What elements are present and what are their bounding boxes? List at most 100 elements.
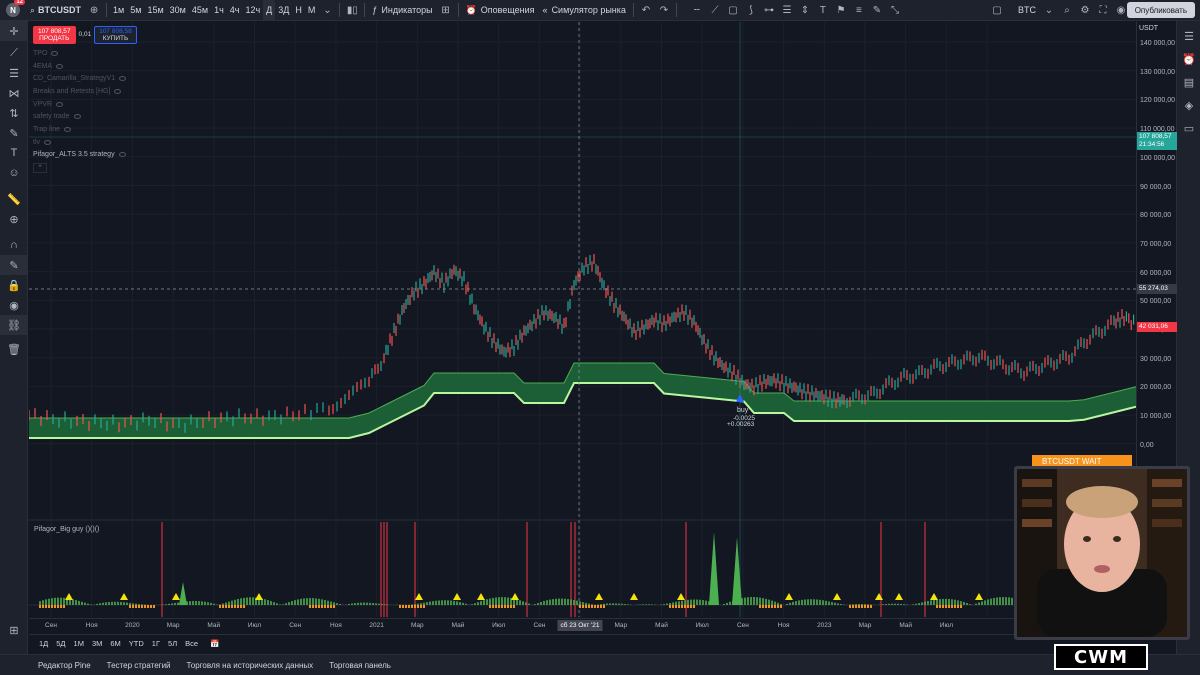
replay-button[interactable]: «Симулятор рынка <box>539 0 630 21</box>
interval-9[interactable]: 3Д <box>275 0 292 21</box>
indicator-row[interactable]: 4EMA <box>33 60 137 73</box>
brush-icon[interactable]: ✎ <box>868 0 886 21</box>
ruler-icon[interactable]: 📏 <box>0 189 28 209</box>
eye-icon[interactable] <box>56 63 64 69</box>
indicators-button[interactable]: ƒ Индикаторы <box>368 0 436 21</box>
bottom-tab[interactable]: Торговая панель <box>321 661 399 670</box>
eye-icon[interactable] <box>44 139 51 145</box>
eye-icon[interactable] <box>118 152 126 158</box>
interval-2[interactable]: 15м <box>144 0 166 21</box>
chart-pane[interactable]: buy -0.0025 +0.00263 <box>29 22 1136 632</box>
eye-icon[interactable]: ◉ <box>0 295 28 315</box>
eye-icon[interactable] <box>63 126 71 132</box>
range-button[interactable]: 1Д <box>35 639 52 648</box>
eye-icon[interactable] <box>114 88 122 94</box>
add-symbol-icon[interactable]: ⊕ <box>85 0 103 21</box>
pattern-tool-icon[interactable]: ⋈ <box>0 83 28 103</box>
trash-icon[interactable]: 🗑 <box>0 339 28 359</box>
interval-8[interactable]: Д <box>263 0 276 21</box>
user-avatar[interactable]: N 12 <box>6 0 25 17</box>
fullscreen-icon[interactable]: ⛶ <box>1094 0 1112 21</box>
lock-icon[interactable]: 🔒 <box>0 275 28 295</box>
bottom-tab[interactable]: Тестер стратегий <box>99 661 179 670</box>
horizontal-ray-icon[interactable]: ╌ <box>688 0 706 21</box>
object-tree-icon[interactable]: ⊞ <box>0 620 28 640</box>
interval-6[interactable]: 4ч <box>227 0 243 21</box>
templates-icon[interactable]: ⊞ <box>437 0 455 21</box>
indicator-row[interactable]: Pifagor_ALTS 3.5 strategy <box>33 149 137 162</box>
path-icon[interactable]: ⟆ <box>742 0 760 21</box>
link-icon[interactable]: ⛓ <box>0 315 28 335</box>
layers-icon[interactable]: ◈ <box>1177 94 1200 117</box>
layout-icon[interactable]: ▢ <box>988 0 1006 21</box>
interval-10[interactable]: Н <box>292 0 305 21</box>
sell-button[interactable]: 107 808,57 ПРОДАТЬ <box>33 26 76 44</box>
chart-canvas[interactable]: buy-0.0025+0.00263 <box>29 22 1136 632</box>
indicator-row[interactable]: Breaks and Retests [HG] <box>33 85 137 98</box>
text-icon[interactable]: T <box>814 0 832 21</box>
interval-4[interactable]: 45м <box>189 0 211 21</box>
interval-7[interactable]: 12ч <box>242 0 263 21</box>
crosshair-icon[interactable]: ✛ <box>0 21 28 41</box>
collapse-legend-icon[interactable]: ⌃ <box>33 163 47 174</box>
candles-icon[interactable]: ▮▯ <box>343 0 361 21</box>
indicator-row[interactable]: safety trade <box>33 110 137 123</box>
chevron-down-icon[interactable]: ⌄ <box>1040 0 1058 21</box>
buy-button[interactable]: 107 808,58 КУПИТЬ <box>94 26 137 44</box>
range-button[interactable]: 3М <box>88 639 106 648</box>
range-button[interactable]: YTD <box>125 639 148 648</box>
symbol-search[interactable]: ⌕ BTCUSDT <box>26 0 85 21</box>
interval-11[interactable]: М <box>305 0 319 21</box>
interval-3[interactable]: 30м <box>167 0 189 21</box>
text-tool-icon[interactable]: T <box>0 143 28 163</box>
interval-1[interactable]: 5м <box>127 0 144 21</box>
eye-icon[interactable] <box>73 114 81 120</box>
indicator-row[interactable]: tlv <box>33 136 137 149</box>
range-button[interactable]: 1Г <box>148 639 164 648</box>
eye-icon[interactable] <box>56 101 64 107</box>
range-button[interactable]: 5Д <box>52 639 69 648</box>
range-button[interactable]: 6М <box>106 639 124 648</box>
stay-drawing-icon[interactable]: ✎ <box>0 255 28 275</box>
brush-tool-icon[interactable]: ✎ <box>0 123 28 143</box>
eye-icon[interactable] <box>51 50 59 56</box>
fib-tool-icon[interactable]: ☰ <box>0 63 28 83</box>
range-button[interactable]: 5Л <box>164 639 181 648</box>
currency-select[interactable]: BTC <box>1014 0 1040 21</box>
fib-icon[interactable]: ☰ <box>778 0 796 21</box>
indicator-row[interactable]: Trap line <box>33 123 137 136</box>
eye-icon[interactable] <box>119 76 127 82</box>
settings-icon[interactable]: ⚙ <box>1076 0 1094 21</box>
go-to-date-icon[interactable]: 📅 <box>206 639 223 648</box>
time-axis[interactable]: Сен Ноя 2020 Мар Май Июл Сен Ноя 2021 Мар Май Июл Се… <box>29 618 1136 632</box>
bottom-tab[interactable]: Торговля на исторических данных <box>179 661 322 670</box>
quantity-field[interactable]: 0,01 <box>79 26 92 44</box>
forecast-tool-icon[interactable]: ⇅ <box>0 103 28 123</box>
datawindow-icon[interactable]: ▤ <box>1177 71 1200 94</box>
magnet-icon[interactable]: ∩ <box>0 235 28 255</box>
emoji-tool-icon[interactable]: ☺ <box>0 163 28 183</box>
indicator-row[interactable]: VPVR <box>33 98 137 111</box>
alerts-icon[interactable]: ⏰ <box>1177 48 1200 71</box>
interval-0[interactable]: 1м <box>110 0 127 21</box>
chat-icon[interactable]: ▭ <box>1177 117 1200 140</box>
flag-icon[interactable]: ⚑ <box>832 0 850 21</box>
interval-5[interactable]: 1ч <box>211 0 227 21</box>
search-icon[interactable]: ⌕ <box>1058 0 1076 21</box>
range-button[interactable]: 1М <box>70 639 88 648</box>
undo-icon[interactable]: ↶ <box>637 0 655 21</box>
redo-icon[interactable]: ↷ <box>655 0 673 21</box>
trendline-tool-icon[interactable]: ⟋ <box>0 43 28 63</box>
measure-icon[interactable]: ⇕ <box>796 0 814 21</box>
publish-button[interactable]: Опубликовать <box>1126 2 1195 18</box>
rectangle-icon[interactable]: ▢ <box>724 0 742 21</box>
watchlist-icon[interactable]: ☰ <box>1177 25 1200 48</box>
pattern-icon[interactable]: ⤡ <box>886 0 904 21</box>
lines-icon[interactable]: ≡ <box>850 0 868 21</box>
axis-currency[interactable]: USDT <box>1139 25 1158 32</box>
chevron-down-icon[interactable]: ⌄ <box>318 0 336 21</box>
horizontal-line-icon[interactable]: ⊶ <box>760 0 778 21</box>
alerts-button[interactable]: ⏰ Оповещения <box>462 0 539 21</box>
bottom-tab[interactable]: Редактор Pine <box>30 661 99 670</box>
range-button[interactable]: Все <box>181 639 202 648</box>
